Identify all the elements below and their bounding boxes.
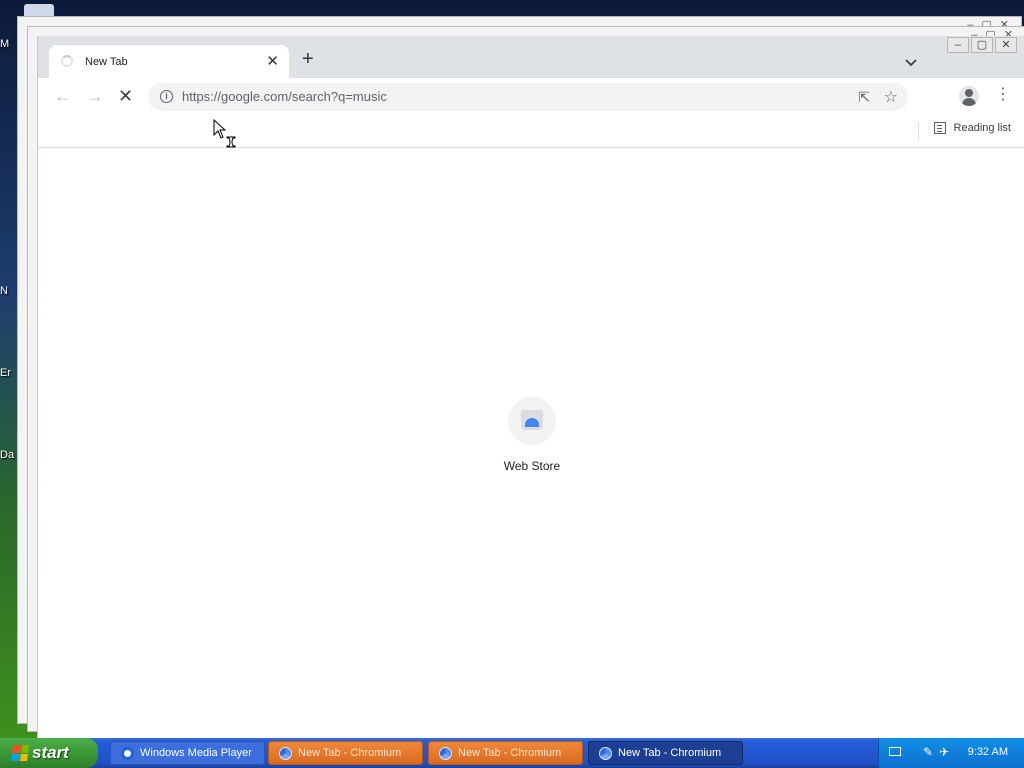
start-label: start — [32, 743, 69, 762]
minimize-button[interactable]: – — [947, 37, 969, 53]
shortcut-web-store[interactable]: Web Store — [493, 397, 571, 473]
taskbar-item-chromium[interactable]: New Tab - Chromium — [268, 741, 423, 765]
taskbar-item-label: New Tab - Chromium — [458, 747, 562, 759]
desktop-icon-label[interactable]: Da — [0, 449, 18, 461]
tab-strip: – ▢ ✕ New Tab ✕ + — [38, 36, 1024, 78]
windows-logo-icon — [10, 745, 30, 761]
new-tab-button[interactable]: + — [302, 49, 314, 69]
system-tray: ✎ ✈ 9:32 AM — [878, 738, 1024, 768]
web-store-icon — [508, 397, 556, 445]
site-info-icon[interactable]: i — [160, 90, 173, 103]
bookmarks-separator — [918, 122, 919, 140]
desktop-icon-label[interactable]: M — [0, 38, 18, 50]
taskbar-item-label: New Tab - Chromium — [618, 747, 722, 759]
share-icon[interactable]: ⇱ — [858, 89, 870, 106]
stop-loading-button[interactable]: ✕ — [118, 86, 133, 107]
chromium-icon — [599, 746, 612, 760]
volume-icon[interactable]: ✈ — [939, 745, 949, 759]
taskbar-item-windows-media-player[interactable]: Windows Media Player — [110, 741, 265, 765]
reading-list-icon — [933, 122, 946, 134]
clock[interactable]: 9:32 AM — [968, 746, 1008, 758]
browser-menu-icon[interactable]: ⋮ — [995, 85, 1011, 105]
profile-avatar-icon[interactable] — [959, 86, 979, 106]
taskbar-item-label: New Tab - Chromium — [298, 747, 402, 759]
toolbar: ← → ✕ i https://google.com/search?q=musi… — [38, 78, 1024, 116]
reading-list-button[interactable]: Reading list — [933, 122, 1011, 134]
browser-window: – ▢ ✕ New Tab ✕ + ← → ✕ i https://google… — [37, 36, 1024, 738]
wmp-icon — [121, 746, 134, 760]
address-bar[interactable]: i https://google.com/search?q=music ⇱ ☆ — [148, 83, 908, 111]
tab-search-chevron-icon[interactable] — [905, 54, 917, 72]
chromium-icon — [279, 746, 292, 760]
network-icon[interactable]: ✎ — [923, 745, 933, 759]
back-button[interactable]: ← — [54, 87, 72, 105]
reading-list-label: Reading list — [953, 122, 1011, 134]
window-controls: – ▢ ✕ — [947, 37, 1017, 53]
desktop-icon-label[interactable]: Er — [0, 367, 18, 379]
new-tab-page: Web Store — [38, 148, 1024, 738]
bookmark-star-icon[interactable]: ☆ — [884, 87, 898, 107]
taskbar-item-chromium-active[interactable]: New Tab - Chromium — [588, 741, 743, 765]
taskbar: start Windows Media Player New Tab - Chr… — [0, 738, 1024, 768]
start-button[interactable]: start — [0, 738, 98, 768]
close-window-button[interactable]: ✕ — [995, 37, 1017, 53]
taskbar-item-label: Windows Media Player — [140, 747, 252, 759]
loading-spinner-icon — [61, 55, 73, 67]
forward-button[interactable]: → — [86, 87, 104, 105]
keyboard-icon[interactable] — [889, 747, 901, 756]
bookmarks-bar: Reading list — [38, 116, 1024, 148]
desktop-icon-label[interactable]: N — [0, 285, 18, 297]
tab-new-tab[interactable]: New Tab ✕ — [49, 45, 289, 78]
shortcut-label: Web Store — [503, 459, 561, 473]
busy-cursor-icon — [213, 119, 236, 148]
tab-close-icon[interactable]: ✕ — [266, 52, 279, 70]
maximize-button[interactable]: ▢ — [971, 37, 993, 53]
taskbar-item-chromium[interactable]: New Tab - Chromium — [428, 741, 583, 765]
url-text[interactable]: https://google.com/search?q=music — [182, 89, 387, 104]
tab-title: New Tab — [85, 56, 128, 68]
chromium-icon — [439, 746, 452, 760]
